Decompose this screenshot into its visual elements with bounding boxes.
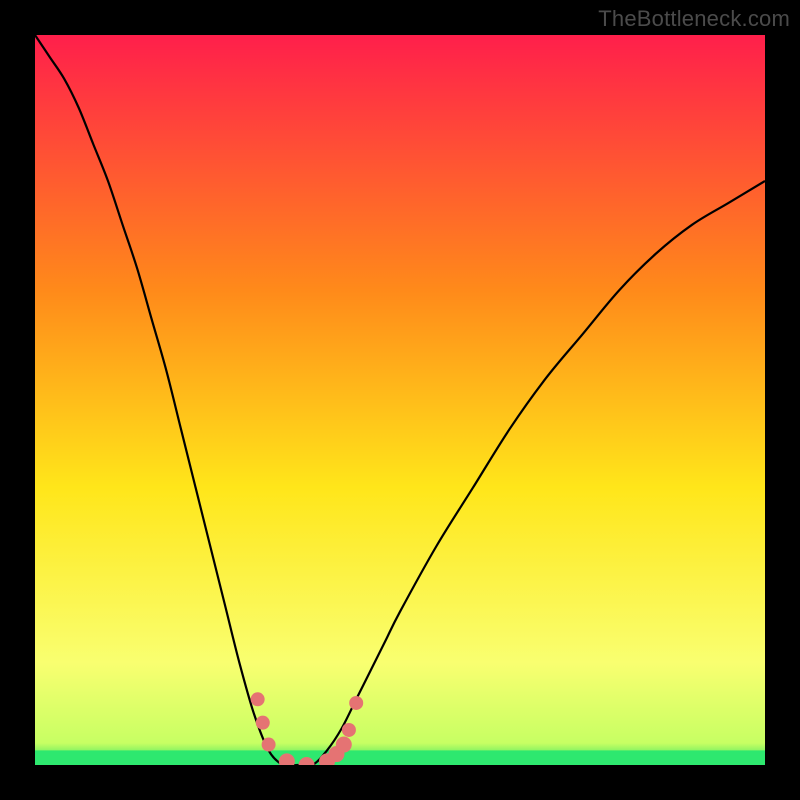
plot-area [35,35,765,765]
chart-stage: TheBottleneck.com [0,0,800,800]
zero-bottleneck-band [35,750,765,765]
gradient-background [35,35,765,765]
watermark-label: TheBottleneck.com [598,6,790,32]
